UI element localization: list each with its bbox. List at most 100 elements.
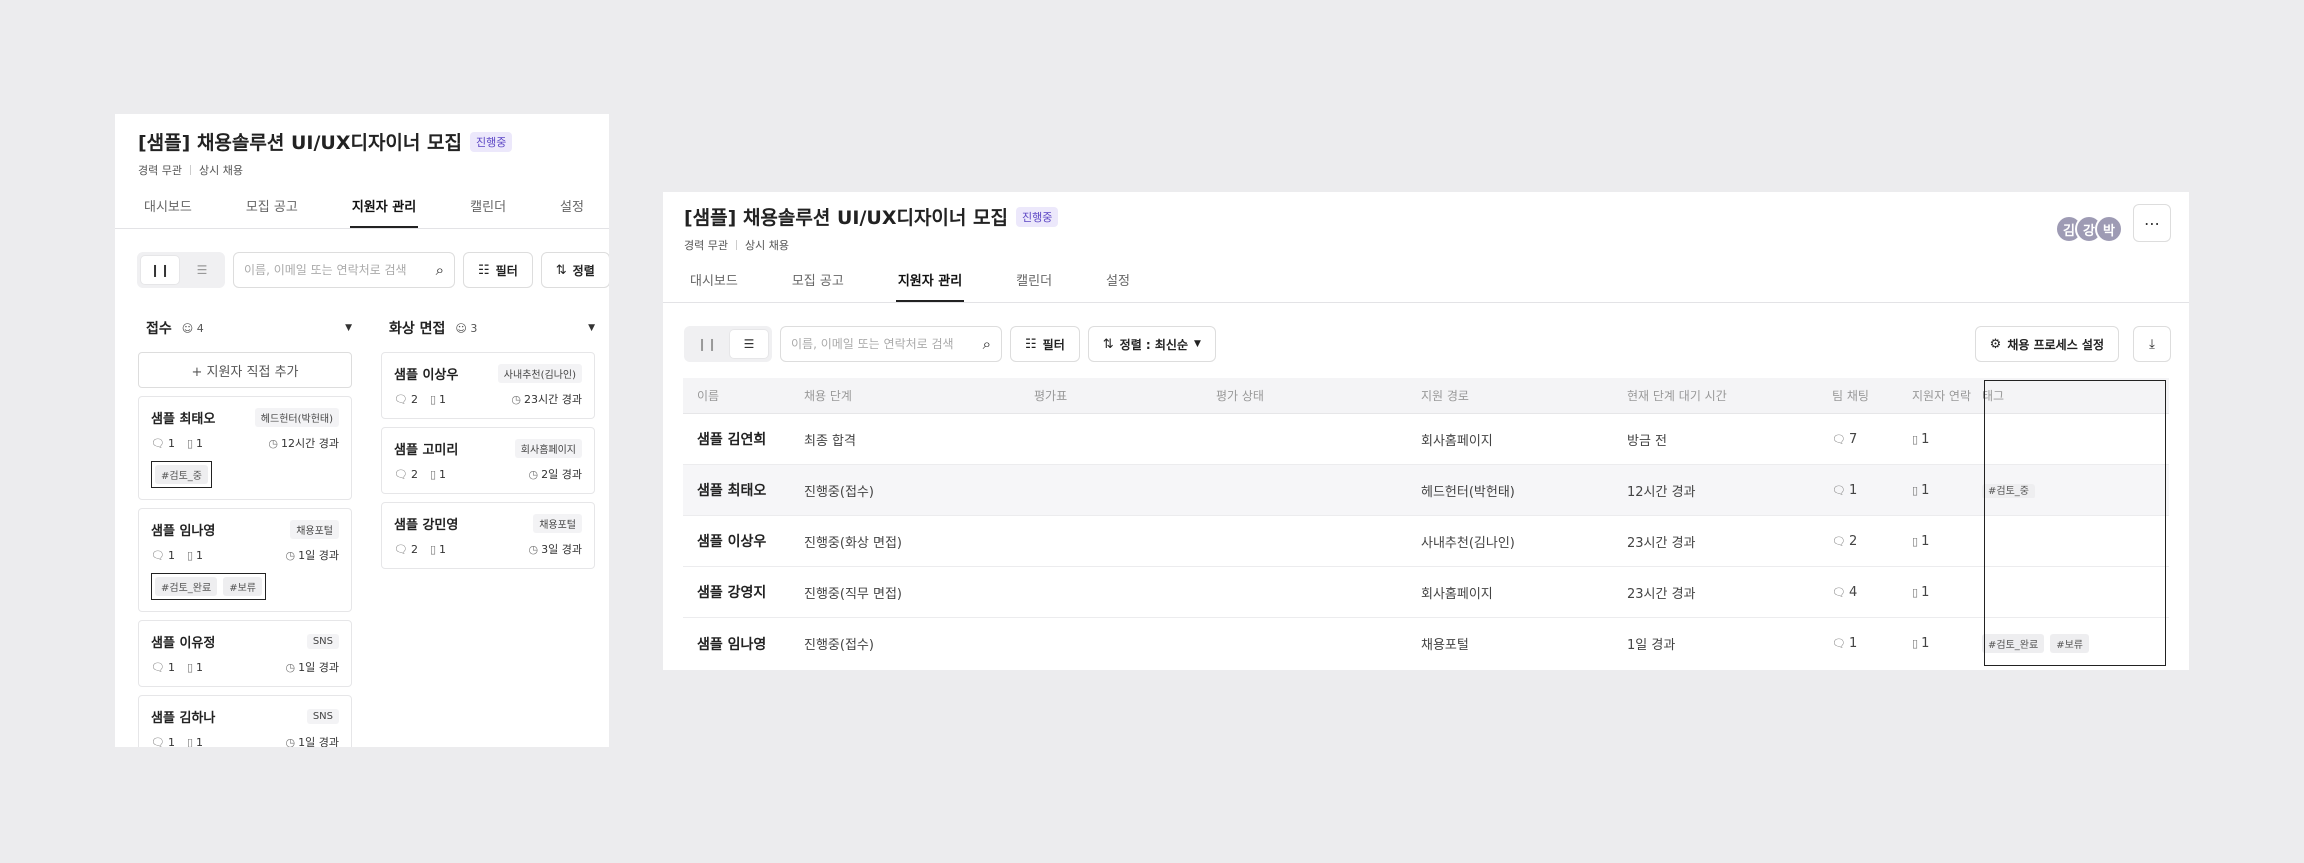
search-icon[interactable]: ⌕ <box>983 335 991 353</box>
memo-icon: ▯ <box>429 467 437 481</box>
column-header[interactable]: 지원자 연락 <box>1898 387 1976 404</box>
team-chat-cell[interactable]: 🗨 2 <box>1818 534 1898 549</box>
team-chat-cell[interactable]: 🗨 4 <box>1818 585 1898 600</box>
applicant-name: 샘플 고미리 <box>394 443 459 458</box>
tag: #검토_완료 <box>1982 634 2045 653</box>
board-view-icon[interactable]: ❙❙ <box>688 330 726 358</box>
more-options-icon[interactable]: ⋯ <box>2133 204 2171 242</box>
job-title: [샘플] 채용솔루션 UI/UX디자이너 모집 <box>684 207 1008 229</box>
sort-button[interactable]: ⇅ 정렬 <box>540 252 609 288</box>
process-settings-button[interactable]: ⚙ 채용 프로세스 설정 <box>1974 326 2119 362</box>
column-header[interactable]: 현재 단계 대기 시간 <box>1613 387 1818 404</box>
clock-icon: ◷ <box>511 393 522 406</box>
column-header[interactable]: 평가 상태 <box>1202 387 1407 404</box>
chevron-down-icon[interactable]: ▼ <box>588 323 595 333</box>
contact-cell[interactable]: ▯ 1 <box>1898 636 1976 651</box>
column-header[interactable]: 태그 <box>1976 387 2156 404</box>
tab-settings[interactable]: 설정 <box>558 196 586 228</box>
tab-applicant-management[interactable]: 지원자 관리 <box>349 196 419 228</box>
applicant-card[interactable]: 샘플 김하나 SNS 🗨 1 ▯ 1 ◷ 1일 경과 <box>138 695 352 747</box>
applicant-name[interactable]: 샘플 이상우 <box>683 531 790 551</box>
tab-dashboard[interactable]: 대시보드 <box>688 270 740 302</box>
board-view-icon[interactable]: ❙❙ <box>141 256 179 284</box>
team-chat-cell[interactable]: 🗨 7 <box>1818 432 1898 447</box>
source-badge: 회사홈페이지 <box>514 439 582 458</box>
applicant-card[interactable]: 샘플 최태오 헤드헌터(박헌태) 🗨 1 ▯ 1 ◷ 12시간 경과 #검토_중 <box>138 396 352 500</box>
search-icon[interactable]: ⌕ <box>436 261 444 279</box>
list-view-icon[interactable]: ☰ <box>730 330 768 358</box>
tab-calendar[interactable]: 캘린더 <box>1014 270 1054 302</box>
tab-settings[interactable]: 설정 <box>1104 270 1132 302</box>
job-title-row: [샘플] 채용솔루션 UI/UX디자이너 모집 진행중 <box>684 203 1059 230</box>
contact-cell[interactable]: ▯ 1 <box>1898 534 1976 549</box>
tab-job-posting[interactable]: 모집 공고 <box>790 270 846 302</box>
team-chat-cell[interactable]: 🗨 1 <box>1818 636 1898 651</box>
applicant-name[interactable]: 샘플 임나영 <box>683 634 790 654</box>
hire-type-label: 상시 채용 <box>744 239 789 252</box>
avatar[interactable]: 박 <box>2095 215 2123 243</box>
applicant-name[interactable]: 샘플 강영지 <box>683 582 790 602</box>
applicant-card[interactable]: 샘플 이유정 SNS 🗨 1 ▯ 1 ◷ 1일 경과 <box>138 620 352 687</box>
table-row[interactable]: 샘플 최태오 진행중(접수) 헤드헌터(박헌태) 12시간 경과 🗨 1 ▯ 1 #… <box>683 465 2169 516</box>
table-row[interactable]: 샘플 강영지 진행중(직무 면접) 회사홈페이지 23시간 경과 🗨 4 ▯ 1 <box>683 567 2169 618</box>
column-count: ☺ 4 <box>182 322 204 335</box>
comment-icon: 🗨 <box>1832 432 1846 446</box>
clock-icon: ◷ <box>268 437 279 450</box>
job-meta: 경력 무관 상시 채용 <box>684 237 789 253</box>
column-header[interactable]: 팀 채팅 <box>1818 387 1898 404</box>
stage-cell: 진행중(직무 면접) <box>804 586 902 602</box>
filter-label: 필터 <box>1042 337 1065 352</box>
applicant-name[interactable]: 샘플 김연희 <box>683 429 790 449</box>
tab-calendar[interactable]: 캘린더 <box>468 196 508 228</box>
sort-icon: ⇅ <box>1102 336 1114 352</box>
tab-dashboard[interactable]: 대시보드 <box>142 196 194 228</box>
memo-icon: ▯ <box>429 542 437 556</box>
export-button[interactable]: ⤓ <box>2133 326 2171 362</box>
contact-cell[interactable]: ▯ 1 <box>1898 483 1976 498</box>
applicant-card[interactable]: 샘플 이상우 사내추천(김나인) 🗨 2 ▯ 1 ◷ 23시간 경과 <box>381 352 595 419</box>
search-input[interactable] <box>791 337 977 351</box>
job-title-row: [샘플] 채용솔루션 UI/UX디자이너 모집 진행중 <box>138 128 513 155</box>
contact-cell[interactable]: ▯ 1 <box>1898 585 1976 600</box>
applicant-name: 샘플 강민영 <box>394 518 459 533</box>
applicant-card[interactable]: 샘플 고미리 회사홈페이지 🗨 2 ▯ 1 ◷ 2일 경과 <box>381 427 595 494</box>
sort-button[interactable]: ⇅ 정렬 : 최신순 ▼ <box>1087 326 1216 362</box>
comment-icon: 🗨 <box>151 548 165 562</box>
filter-button[interactable]: ☷ 필터 <box>463 252 533 288</box>
column-header[interactable]: 이름 <box>683 387 790 404</box>
table-row[interactable]: 샘플 이상우 진행중(화상 면접) 사내추천(김나인) 23시간 경과 🗨 2 ▯… <box>683 516 2169 567</box>
stage-cell: 진행중(접수) <box>804 638 874 653</box>
memo-count: 1 <box>439 467 447 481</box>
team-chat-cell[interactable]: 🗨 1 <box>1818 483 1898 498</box>
sort-label: 정렬 <box>572 263 595 278</box>
wait-time-cell: 방금 전 <box>1627 433 1668 449</box>
tab-applicant-management[interactable]: 지원자 관리 <box>895 270 965 302</box>
source-cell: 헤드헌터(박헌태) <box>1421 484 1515 500</box>
status-badge: 진행중 <box>469 131 513 152</box>
table-row[interactable]: 샘플 임나영 진행중(접수) 채용포털 1일 경과 🗨 1 ▯ 1 #검토_완료 #… <box>683 618 2169 669</box>
filter-button[interactable]: ☷ 필터 <box>1010 326 1080 362</box>
source-cell: 채용포털 <box>1421 638 1469 653</box>
column-title: 접수 <box>146 321 172 337</box>
team-avatars: 김 강 박 <box>2055 215 2123 243</box>
column-header[interactable]: 지원 경로 <box>1407 387 1613 404</box>
chevron-down-icon[interactable]: ▼ <box>345 323 352 333</box>
applicant-card[interactable]: 샘플 임나영 채용포털 🗨 1 ▯ 1 ◷ 1일 경과 #검토_완료 #보류 <box>138 508 352 612</box>
comment-count: 2 <box>410 392 418 406</box>
list-view-icon[interactable]: ☰ <box>183 256 221 284</box>
wait-time-cell: 12시간 경과 <box>1627 484 1696 500</box>
contact-cell[interactable]: ▯ 1 <box>1898 432 1976 447</box>
job-title: [샘플] 채용솔루션 UI/UX디자이너 모집 <box>138 132 462 154</box>
applicant-card[interactable]: 샘플 강민영 채용포털 🗨 2 ▯ 1 ◷ 3일 경과 <box>381 502 595 569</box>
column-header[interactable]: 평가표 <box>1020 387 1202 404</box>
search-box: ⌕ <box>780 326 1002 362</box>
column-header[interactable]: 채용 단계 <box>790 387 1020 404</box>
tab-job-posting[interactable]: 모집 공고 <box>244 196 300 228</box>
team-chat-count: 1 <box>1848 636 1858 651</box>
applicant-name[interactable]: 샘플 최태오 <box>683 480 790 500</box>
source-cell: 회사홈페이지 <box>1421 586 1493 602</box>
add-applicant-button[interactable]: + 지원자 직접 추가 <box>138 352 352 388</box>
table-row[interactable]: 샘플 김연희 최종 합격 회사홈페이지 방금 전 🗨 7 ▯ 1 <box>683 414 2169 465</box>
search-input[interactable] <box>244 263 430 277</box>
comment-icon: 🗨 <box>394 467 408 481</box>
